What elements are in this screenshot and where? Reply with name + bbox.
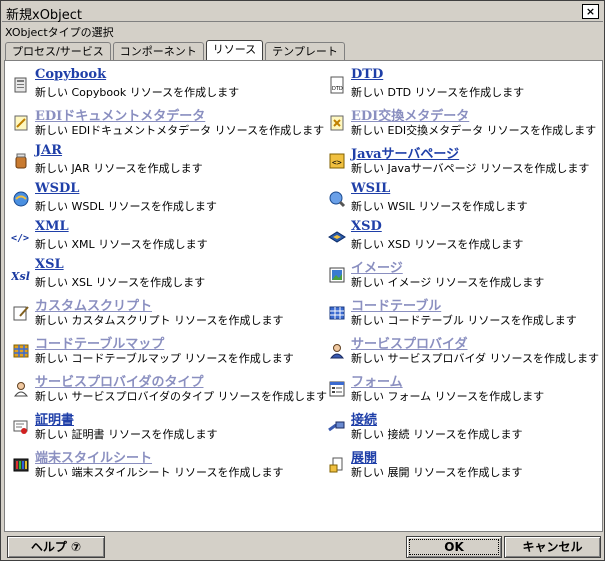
item-dtd: DTD DTD 新しい DTD リソースを作成します bbox=[327, 67, 597, 105]
item-certificate: 証明書 新しい 証明書 リソースを作成します bbox=[11, 409, 327, 447]
item-description: 新しい WSIL リソースを作成します bbox=[351, 200, 528, 213]
item-name[interactable]: XSD bbox=[351, 219, 382, 234]
item-description: 新しい フォーム リソースを作成します bbox=[351, 390, 545, 403]
item-description: 新しい 端末スタイルシート リソースを作成します bbox=[35, 466, 284, 479]
ok-button[interactable]: OK bbox=[406, 536, 502, 558]
item-connection: 接続 新しい 接続 リソースを作成します bbox=[327, 409, 597, 447]
tab-process-service[interactable]: プロセス/サービス bbox=[5, 42, 111, 60]
code-table-icon bbox=[327, 303, 347, 323]
resource-list: Copybook 新しい Copybook リソースを作成します DTD DTD… bbox=[11, 67, 600, 485]
tab-resource[interactable]: リソース bbox=[205, 40, 264, 60]
help-button[interactable]: ヘルプ ⑦ bbox=[7, 536, 105, 558]
svg-text:Xsl: Xsl bbox=[11, 270, 30, 283]
xsl-icon: Xsl bbox=[11, 265, 31, 285]
item-name[interactable]: WSIL bbox=[351, 181, 390, 196]
item-description: 新しい JAR リソースを作成します bbox=[35, 162, 203, 175]
item-description: 新しい コードテーブル リソースを作成します bbox=[351, 314, 577, 327]
jar-icon bbox=[11, 151, 31, 171]
item-custom-script: カスタムスクリプト 新しい カスタムスクリプト リソースを作成します bbox=[11, 295, 327, 333]
item-form: フォーム 新しい フォーム リソースを作成します bbox=[327, 371, 597, 409]
item-description: 新しい 展開 リソースを作成します bbox=[351, 466, 523, 479]
custom-script-icon bbox=[11, 303, 31, 323]
item-terminal-stylesheet: 端末スタイルシート 新しい 端末スタイルシート リソースを作成します bbox=[11, 447, 327, 485]
item-description: 新しい サービスプロバイダ リソースを作成します bbox=[351, 352, 600, 365]
item-service-provider-type: サービスプロバイダのタイプ 新しい サービスプロバイダのタイプ リソースを作成し… bbox=[11, 371, 327, 409]
item-description: 新しい Javaサーバページ リソースを作成します bbox=[351, 162, 590, 175]
window-title: 新規xObject bbox=[6, 8, 83, 23]
item-deployment: 展開 新しい 展開 リソースを作成します bbox=[327, 447, 597, 485]
certificate-icon bbox=[11, 417, 31, 437]
image-icon bbox=[327, 265, 347, 285]
svg-text:</>: </> bbox=[11, 233, 29, 244]
item-service-provider: サービスプロバイダ 新しい サービスプロバイダ リソースを作成します bbox=[327, 333, 600, 371]
item-description: 新しい EDIドキュメントメタデータ リソースを作成します bbox=[35, 124, 325, 137]
svg-text:DTD: DTD bbox=[332, 86, 343, 92]
item-copybook: Copybook 新しい Copybook リソースを作成します bbox=[11, 67, 327, 105]
dtd-icon: DTD bbox=[327, 75, 347, 95]
item-name[interactable]: Copybook bbox=[35, 67, 106, 82]
item-name[interactable]: JAR bbox=[35, 143, 62, 158]
copybook-icon bbox=[11, 75, 31, 95]
close-button[interactable]: × bbox=[582, 4, 599, 19]
item-name[interactable]: XSL bbox=[35, 257, 64, 272]
wsil-icon bbox=[327, 189, 347, 209]
service-provider-icon bbox=[327, 341, 347, 361]
item-xsd: XSD 新しい XSD リソースを作成します bbox=[327, 219, 597, 257]
item-java-server-page: <> Javaサーバページ 新しい Javaサーバページ リソースを作成します bbox=[327, 143, 597, 181]
jsp-icon: <> bbox=[327, 151, 347, 171]
connection-icon bbox=[327, 417, 347, 437]
svg-text:<>: <> bbox=[332, 158, 342, 167]
item-wsil: WSIL 新しい WSIL リソースを作成します bbox=[327, 181, 597, 219]
tab-template[interactable]: テンプレート bbox=[265, 42, 345, 60]
edi-exchange-icon bbox=[327, 113, 347, 133]
tab-component[interactable]: コンポーネント bbox=[112, 42, 204, 60]
item-edi-exchange-metadata: EDI交換メタデータ 新しい EDI交換メタデータ リソースを作成します bbox=[327, 105, 597, 143]
item-description: 新しい XSL リソースを作成します bbox=[35, 276, 206, 289]
dialog-subtitle: XObjectタイプの選択 bbox=[5, 26, 114, 39]
new-xobject-dialog: 新規xObject × XObjectタイプの選択 プロセス/サービス コンポー… bbox=[0, 0, 605, 561]
item-name[interactable]: XML bbox=[35, 219, 69, 234]
button-bar: ヘルプ ⑦ OK キャンセル bbox=[1, 532, 604, 560]
xml-icon: </> bbox=[11, 227, 31, 247]
item-description: 新しい 接続 リソースを作成します bbox=[351, 428, 523, 441]
item-description: 新しい DTD リソースを作成します bbox=[351, 86, 525, 99]
item-description: 新しい サービスプロバイダのタイプ リソースを作成します bbox=[35, 390, 328, 403]
item-image: イメージ 新しい イメージ リソースを作成します bbox=[327, 257, 597, 295]
item-description: 新しい カスタムスクリプト リソースを作成します bbox=[35, 314, 284, 327]
item-xsl: Xsl XSL 新しい XSL リソースを作成します bbox=[11, 257, 327, 295]
item-name[interactable]: DTD bbox=[351, 67, 383, 82]
item-description: 新しい Copybook リソースを作成します bbox=[35, 86, 240, 99]
title-bar: 新規xObject × bbox=[2, 2, 603, 23]
item-edi-document-metadata: EDIドキュメントメタデータ 新しい EDIドキュメントメタデータ リソースを作… bbox=[11, 105, 327, 143]
item-description: 新しい XSD リソースを作成します bbox=[351, 238, 524, 251]
item-description: 新しい XML リソースを作成します bbox=[35, 238, 208, 251]
item-jar: JAR 新しい JAR リソースを作成します bbox=[11, 143, 327, 181]
deployment-icon bbox=[327, 455, 347, 475]
edi-document-icon bbox=[11, 113, 31, 133]
item-description: 新しい WSDL リソースを作成します bbox=[35, 200, 217, 213]
item-description: 新しい 証明書 リソースを作成します bbox=[35, 428, 218, 441]
item-description: 新しい コードテーブルマップ リソースを作成します bbox=[35, 352, 294, 365]
item-wsdl: WSDL 新しい WSDL リソースを作成します bbox=[11, 181, 327, 219]
wsdl-icon bbox=[11, 189, 31, 209]
form-icon bbox=[327, 379, 347, 399]
item-code-table: コードテーブル 新しい コードテーブル リソースを作成します bbox=[327, 295, 597, 333]
xsd-icon bbox=[327, 227, 347, 247]
cancel-button[interactable]: キャンセル bbox=[504, 536, 601, 558]
resource-panel: Copybook 新しい Copybook リソースを作成します DTD DTD… bbox=[4, 60, 603, 532]
item-description: 新しい EDI交換メタデータ リソースを作成します bbox=[351, 124, 597, 137]
service-provider-type-icon bbox=[11, 379, 31, 399]
code-table-map-icon bbox=[11, 341, 31, 361]
item-code-table-map: コードテーブルマップ 新しい コードテーブルマップ リソースを作成します bbox=[11, 333, 327, 371]
terminal-stylesheet-icon bbox=[11, 455, 31, 475]
item-xml: </> XML 新しい XML リソースを作成します bbox=[11, 219, 327, 257]
item-description: 新しい イメージ リソースを作成します bbox=[351, 276, 545, 289]
tab-bar: プロセス/サービス コンポーネント リソース テンプレート bbox=[5, 40, 347, 60]
item-name[interactable]: WSDL bbox=[35, 181, 79, 196]
